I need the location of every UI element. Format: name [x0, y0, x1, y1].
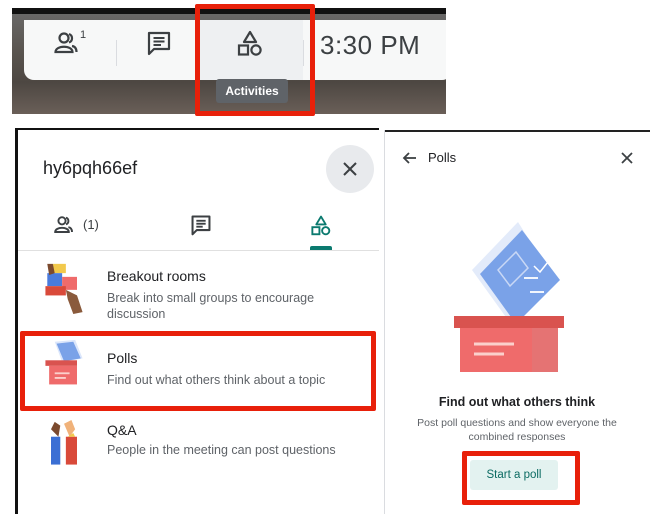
tab-activities[interactable]: [310, 214, 332, 238]
activity-description: Break into small groups to encourage dis…: [107, 291, 315, 321]
panel-edge: [384, 130, 385, 514]
activity-title: Q&A: [107, 422, 137, 438]
clock: 3:30 PM: [320, 30, 421, 60]
tab-people[interactable]: (1): [54, 214, 99, 234]
polls-empty-description: Post poll questions and show everyone th…: [417, 417, 617, 443]
breakout-rooms-illustration: [45, 263, 83, 314]
meeting-code: hy6pqh66ef: [43, 158, 138, 178]
people-tab-count: (1): [83, 216, 99, 232]
activity-description: People in the meeting can post questions: [107, 443, 336, 457]
highlight-activities-button: [195, 4, 315, 116]
people-icon: [54, 216, 73, 233]
chat-icon: [191, 215, 211, 236]
close-icon: [343, 162, 357, 176]
highlight-start-poll-button: [462, 451, 580, 505]
activity-breakout-rooms[interactable]: Breakout rooms Break into small groups t…: [18, 262, 379, 328]
toolbar-divider: [116, 40, 117, 66]
active-tab-indicator: [310, 246, 332, 250]
activity-qna[interactable]: Q&A People in the meeting can post quest…: [18, 418, 379, 468]
close-icon[interactable]: [620, 151, 634, 165]
polls-hero-illustration: [454, 222, 564, 372]
qna-illustration: [51, 420, 77, 465]
panel-tabs: (1): [18, 208, 379, 251]
chat-button[interactable]: [146, 30, 172, 56]
highlight-polls-item: [20, 331, 376, 411]
back-arrow-icon[interactable]: [402, 150, 418, 166]
close-panel-button[interactable]: [326, 145, 374, 193]
people-count-badge: 1: [80, 29, 87, 41]
panel-edge: [384, 130, 650, 132]
polls-empty-heading: Find out what others think: [438, 395, 596, 409]
tab-chat[interactable]: [190, 214, 212, 236]
shapes-icon: [311, 215, 331, 236]
panel-edge: [15, 128, 379, 130]
polls-panel-title: Polls: [428, 150, 457, 165]
people-button[interactable]: 1: [54, 29, 87, 54]
activities-side-panel: hy6pqh66ef (1) Breakout rooms Break into…: [15, 128, 379, 514]
chat-icon: [147, 31, 171, 56]
activity-title: Breakout rooms: [107, 268, 206, 284]
